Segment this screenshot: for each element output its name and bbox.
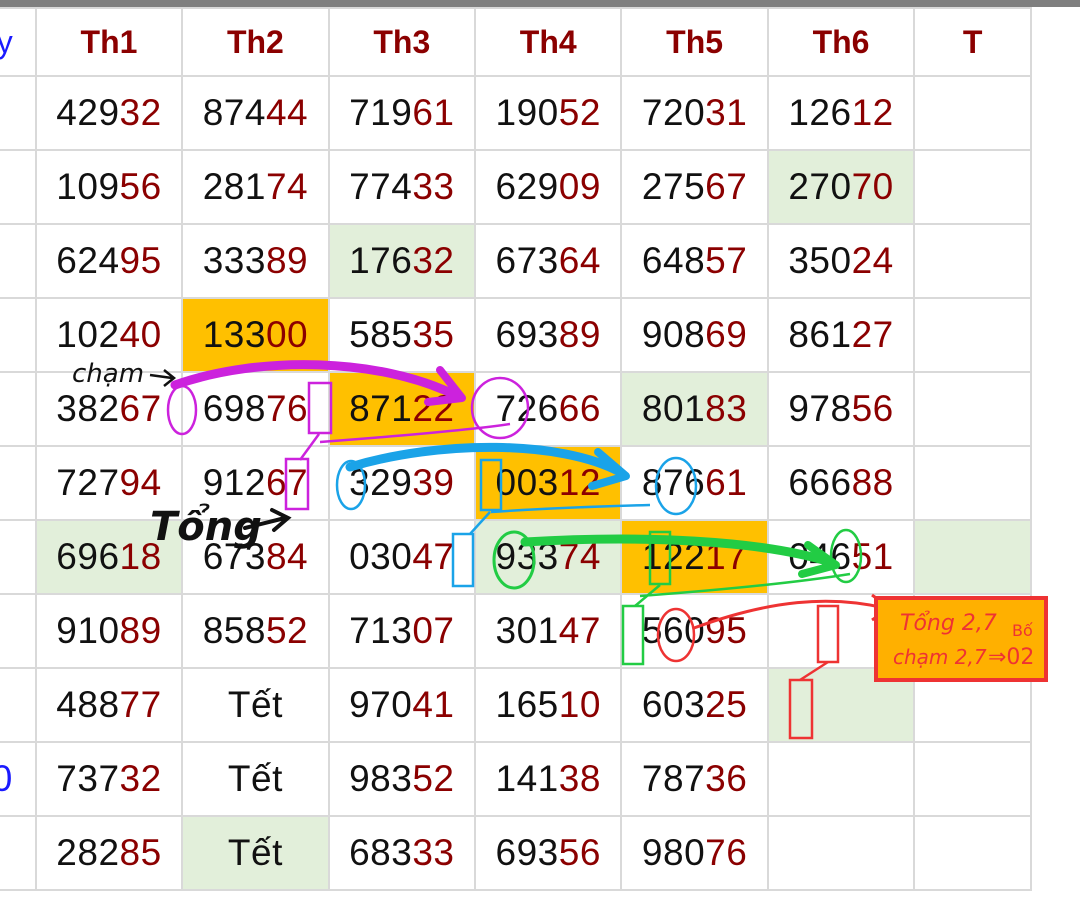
blue-circle-12 xyxy=(654,456,698,516)
red-box-2 xyxy=(788,678,814,740)
red-circle-47 xyxy=(656,607,696,663)
handwritten-annotations: Tổng 2,7 chạm 2,7 Bố ⇒02 chạm Tổng xyxy=(72,359,1048,740)
magenta-box-6 xyxy=(284,457,310,511)
red-arrow xyxy=(693,599,886,630)
result-box-line1: Tổng 2,7 xyxy=(900,611,997,636)
magenta-arrow xyxy=(170,360,460,400)
red-link xyxy=(799,660,829,682)
magenta-box-7 xyxy=(307,381,333,435)
result-box-result: ⇒02 xyxy=(988,645,1034,670)
blue-box-3 xyxy=(479,458,503,512)
result-box-line2: chạm 2,7 xyxy=(893,645,987,669)
cham-note-arrow xyxy=(149,369,177,387)
cham-note: chạm xyxy=(72,359,144,389)
blue-box-4 xyxy=(451,532,475,588)
red-box-9 xyxy=(816,604,840,664)
green-box-1 xyxy=(621,604,645,666)
green-circle-7 xyxy=(492,530,536,590)
magenta-circle-7 xyxy=(166,384,198,436)
result-box-side: Bố xyxy=(1012,621,1033,640)
green-arrow xyxy=(520,534,835,567)
